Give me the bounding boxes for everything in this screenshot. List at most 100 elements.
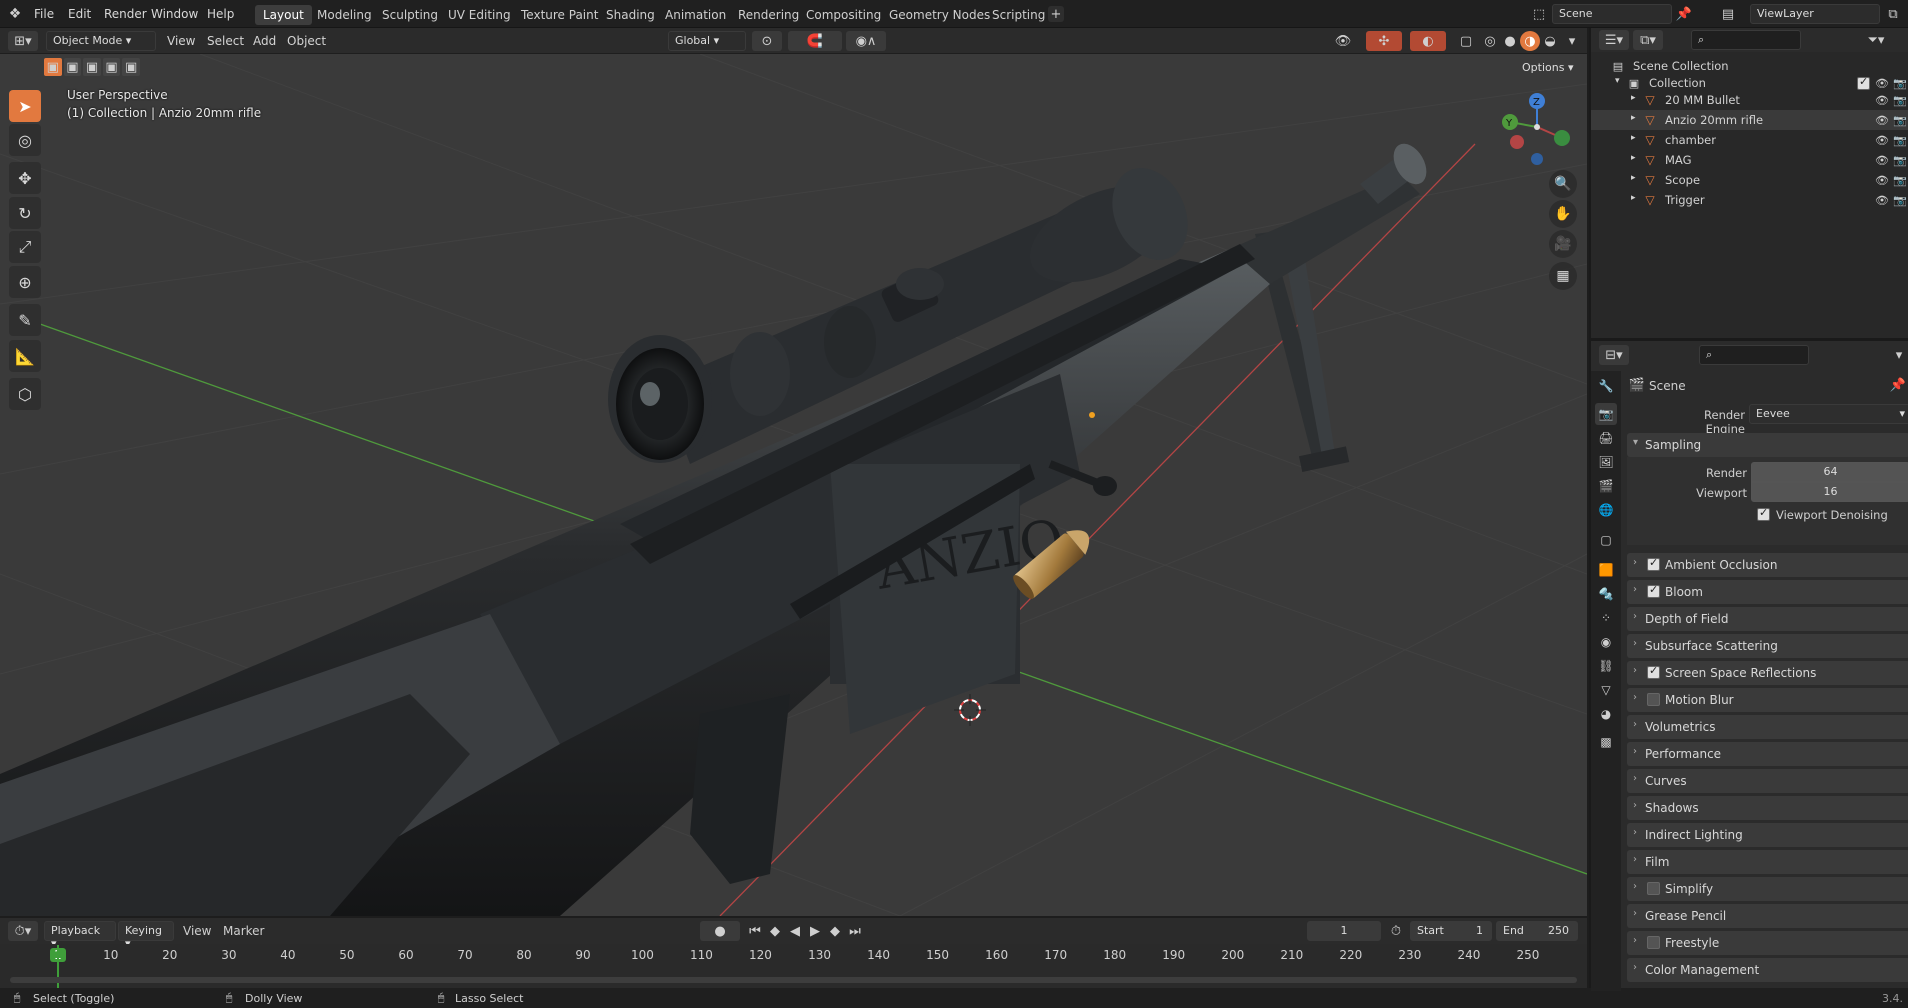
next-keyframe-icon[interactable]: ◆ <box>826 921 844 941</box>
render-panel-header[interactable]: › Subsurface Scattering <box>1627 634 1908 658</box>
menu-window[interactable]: Window <box>151 7 198 21</box>
render-panel-header[interactable]: › Shadows <box>1627 796 1908 820</box>
add-workspace-icon[interactable]: + <box>1048 6 1064 22</box>
scale-tool[interactable]: ⤢ <box>9 231 41 263</box>
timeline-scrollbar[interactable] <box>10 977 1577 983</box>
eye-icon[interactable]: 👁 <box>1875 112 1889 128</box>
expand-icon[interactable]: ▸ <box>1631 113 1636 123</box>
select-intersect-icon[interactable]: ▣ <box>122 58 140 76</box>
record-icon[interactable]: ● <box>700 921 740 941</box>
select-invert-icon[interactable]: ▣ <box>102 58 121 76</box>
snap-icon[interactable]: 🧲 <box>788 31 842 51</box>
select-new-icon[interactable]: ▣ <box>44 58 62 76</box>
scene-selector[interactable]: Scene <box>1552 4 1672 24</box>
camera-render-icon[interactable]: 📷 <box>1893 192 1907 208</box>
properties-editor-icon[interactable]: ⊟▾ <box>1599 345 1629 365</box>
object-tab-icon[interactable]: 🟧 <box>1595 559 1617 581</box>
texture-tab-icon[interactable]: ▩ <box>1595 731 1617 753</box>
material-shading-icon[interactable]: ◑ <box>1520 31 1540 51</box>
render-panel-header[interactable]: › Ambient Occlusion <box>1627 553 1908 577</box>
render-panel-header[interactable]: › Grease Pencil <box>1627 904 1908 928</box>
tab-compositing[interactable]: Compositing <box>798 5 889 25</box>
panel-enable-checkbox[interactable] <box>1647 936 1660 949</box>
xray-icon[interactable]: ▢ <box>1456 31 1476 51</box>
view-layer-icon[interactable]: ▤ <box>1720 5 1736 23</box>
viewport-denoising-checkbox[interactable] <box>1757 506 1770 521</box>
transform-tool[interactable]: ⊕ <box>9 266 41 298</box>
render-engine-select[interactable]: Eevee ▾ <box>1749 404 1908 424</box>
marker-menu[interactable]: Marker <box>223 924 264 938</box>
camera-icon[interactable]: 🎥 <box>1549 230 1577 258</box>
tab-scripting[interactable]: Scripting <box>984 5 1053 25</box>
eye-icon[interactable]: 👁 <box>1875 75 1889 91</box>
tab-uv-editing[interactable]: UV Editing <box>440 5 519 25</box>
outliner-item[interactable]: ▸ ▽ MAG 👁 📷 <box>1591 150 1908 170</box>
pin-context-icon[interactable]: 📌 <box>1890 377 1906 393</box>
timeline-editor-icon[interactable]: ⏱▾ <box>8 921 38 941</box>
render-panel-header[interactable]: › Simplify <box>1627 877 1908 901</box>
render-panel-header[interactable]: › Depth of Field <box>1627 607 1908 631</box>
properties-options-icon[interactable]: ▾ <box>1891 345 1907 365</box>
world-tab-icon[interactable]: 🌐 <box>1595 499 1617 521</box>
render-panel-header[interactable]: › Curves <box>1627 769 1908 793</box>
tool-tab-icon[interactable]: 🔧 <box>1595 375 1617 397</box>
panel-enable-checkbox[interactable] <box>1647 693 1660 706</box>
render-panel-header[interactable]: › Screen Space Reflections <box>1627 661 1908 685</box>
zoom-icon[interactable]: 🔍 <box>1549 170 1577 198</box>
camera-render-icon[interactable]: 📷 <box>1893 75 1907 91</box>
wireframe-shading-icon[interactable]: ◎ <box>1480 31 1500 51</box>
camera-render-icon[interactable]: 📷 <box>1893 92 1907 108</box>
camera-render-icon[interactable]: 📷 <box>1893 112 1907 128</box>
viewport-samples-field[interactable]: 16 <box>1751 482 1908 502</box>
expand-icon[interactable]: ▸ <box>1631 93 1636 103</box>
eye-icon[interactable]: 👁 <box>1875 172 1889 188</box>
panel-enable-checkbox[interactable] <box>1647 882 1660 895</box>
render-panel-header[interactable]: › Freestyle <box>1627 931 1908 955</box>
select-subtract-icon[interactable]: ▣ <box>83 58 101 76</box>
render-panel-header[interactable]: › Motion Blur <box>1627 688 1908 712</box>
new-view-layer-icon[interactable]: ⧉ <box>1884 5 1902 23</box>
tab-layout[interactable]: Layout <box>255 5 312 25</box>
panel-enable-checkbox[interactable] <box>1647 664 1660 679</box>
collection-exclude-checkbox[interactable] <box>1857 75 1870 90</box>
render-panel-header[interactable]: › Color Management <box>1627 958 1908 982</box>
camera-render-icon[interactable]: 📷 <box>1893 152 1907 168</box>
tab-shading[interactable]: Shading <box>598 5 663 25</box>
start-frame-field[interactable]: Start 1 <box>1410 921 1492 941</box>
options-button[interactable]: Options ▾ <box>1515 58 1581 78</box>
render-samples-field[interactable]: 64 <box>1751 462 1908 482</box>
expand-icon[interactable]: ▸ <box>1631 133 1636 143</box>
visibility-icon[interactable]: 👁 <box>1328 31 1358 51</box>
editor-type-icon[interactable]: ⊞▾ <box>8 31 38 51</box>
prev-keyframe-icon[interactable]: ◆ <box>766 921 784 941</box>
menu-file[interactable]: File <box>34 7 54 21</box>
current-frame-field[interactable]: 1 <box>1307 921 1381 941</box>
timeline[interactable]: 1102030405060708090100110120130140150160… <box>0 944 1587 988</box>
properties-search-input[interactable]: ⌕ <box>1699 345 1809 365</box>
play-icon[interactable]: ▶ <box>806 921 824 941</box>
select-box-tool[interactable]: ➤ <box>9 90 41 122</box>
blender-logo-icon[interactable]: ❖ <box>6 5 24 23</box>
jump-end-icon[interactable]: ⏭ <box>846 921 864 941</box>
outliner-item[interactable]: ▸ ▽ Anzio 20mm rifle 👁 📷 <box>1591 110 1908 130</box>
outliner-item[interactable]: ▸ ▽ 20 MM Bullet 👁 📷 <box>1591 90 1908 110</box>
eye-icon[interactable]: 👁 <box>1875 152 1889 168</box>
3d-viewport[interactable]: ANZIO Y Z User Perspective (1) Collectio… <box>0 54 1587 916</box>
outliner-item[interactable]: ▸ ▽ Scope 👁 📷 <box>1591 170 1908 190</box>
pivot-icon[interactable]: ⊙ <box>752 31 782 51</box>
outliner-editor-icon[interactable]: ☰▾ <box>1599 30 1629 50</box>
cursor-tool[interactable]: ◎ <box>9 124 41 156</box>
physics-tab-icon[interactable]: ◉ <box>1595 631 1617 653</box>
render-panel-header[interactable]: › Film <box>1627 850 1908 874</box>
material-tab-icon[interactable]: ◕ <box>1595 703 1617 725</box>
annotate-tool[interactable]: ✎ <box>9 304 41 336</box>
jump-start-icon[interactable]: ⏮ <box>746 921 764 941</box>
tab-animation[interactable]: Animation <box>657 5 734 25</box>
move-tool[interactable]: ✥ <box>9 162 41 194</box>
scene-icon[interactable]: ⬚ <box>1530 5 1548 23</box>
menu-edit[interactable]: Edit <box>68 7 91 21</box>
measure-tool[interactable]: 📐 <box>9 340 41 372</box>
pan-hand-icon[interactable]: ✋ <box>1549 200 1577 228</box>
particles-tab-icon[interactable]: ⁘ <box>1595 607 1617 629</box>
camera-render-icon[interactable]: 📷 <box>1893 172 1907 188</box>
